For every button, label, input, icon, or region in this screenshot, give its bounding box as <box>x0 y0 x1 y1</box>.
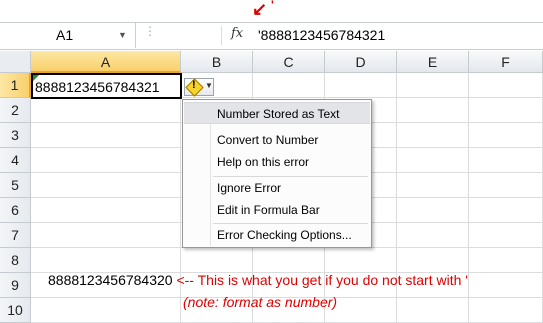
cell[interactable] <box>469 173 543 198</box>
cell[interactable] <box>469 123 543 148</box>
row-header-2[interactable]: 2 <box>0 98 31 123</box>
row-header-3[interactable]: 3 <box>0 123 31 148</box>
error-options-menu: Number Stored as Text Convert to Number … <box>182 99 372 248</box>
cell-a1-value: 8888123456784321 <box>35 79 160 95</box>
column-header-c[interactable]: C <box>253 51 325 73</box>
cell[interactable] <box>181 248 253 273</box>
row-header-5[interactable]: 5 <box>0 173 31 198</box>
cell[interactable] <box>397 98 469 123</box>
cell[interactable] <box>31 148 181 173</box>
cell[interactable] <box>469 298 543 323</box>
row-header-9[interactable]: 9 <box>0 273 31 298</box>
formula-buttons: ⋮ fx <box>136 23 254 48</box>
cell[interactable] <box>31 98 181 123</box>
chevron-down-icon[interactable]: ▼ <box>118 23 127 48</box>
cell[interactable] <box>397 123 469 148</box>
cell[interactable] <box>253 248 325 273</box>
cell[interactable] <box>31 198 181 223</box>
cell[interactable] <box>31 298 181 323</box>
cell-a1[interactable]: 8888123456784321 <box>31 73 182 99</box>
formula-bar-row: A1 ▼ ⋮ fx '8888123456784321 <box>0 22 543 50</box>
menu-item-ignore-error[interactable]: Ignore Error <box>184 177 370 199</box>
formula-bar-input[interactable]: '8888123456784321 <box>258 23 385 48</box>
resize-handle-icon[interactable]: ⋮ <box>144 24 156 38</box>
row-header-4[interactable]: 4 <box>0 148 31 173</box>
arrow-icon: ↙ <box>252 0 268 19</box>
annotation-quote: ' <box>271 0 274 12</box>
menu-header-number-stored-as-text: Number Stored as Text <box>184 102 370 124</box>
cell[interactable] <box>325 248 397 273</box>
cell[interactable] <box>469 248 543 273</box>
cell[interactable] <box>397 298 469 323</box>
exclamation-icon: ! <box>192 79 196 91</box>
note-explanation: <-- This is what you get if you do not s… <box>176 272 468 288</box>
cell[interactable] <box>397 148 469 173</box>
row-header-7[interactable]: 7 <box>0 223 31 248</box>
cell[interactable] <box>31 123 181 148</box>
cell[interactable] <box>469 73 543 98</box>
menu-item-edit-in-formula-bar[interactable]: Edit in Formula Bar <box>184 199 370 221</box>
cell[interactable] <box>469 223 543 248</box>
cell[interactable] <box>31 223 181 248</box>
menu-item-help-on-error[interactable]: Help on this error <box>184 151 370 173</box>
select-all-button[interactable] <box>0 51 31 73</box>
column-header-b[interactable]: B <box>181 51 253 73</box>
insert-function-button[interactable]: fx <box>231 26 243 41</box>
cell[interactable] <box>397 223 469 248</box>
column-header-e[interactable]: E <box>397 51 469 73</box>
cell[interactable] <box>31 248 181 273</box>
row-header-6[interactable]: 6 <box>0 198 31 223</box>
cell[interactable] <box>397 198 469 223</box>
cell[interactable] <box>31 173 181 198</box>
error-smart-tag-button[interactable]: ! ▼ <box>184 78 214 97</box>
cell[interactable] <box>469 148 543 173</box>
note-number: 8888123456784320 <box>48 272 173 288</box>
row-header-1[interactable]: 1 <box>0 73 31 98</box>
name-box[interactable]: A1 ▼ <box>0 23 136 48</box>
cell[interactable] <box>469 273 543 298</box>
error-indicator-icon <box>33 75 39 81</box>
row-header-8[interactable]: 8 <box>0 248 31 273</box>
menu-item-error-checking-options[interactable]: Error Checking Options... <box>184 224 370 246</box>
cell[interactable] <box>325 73 397 98</box>
cell[interactable] <box>397 248 469 273</box>
row-header-10[interactable]: 10 <box>0 298 31 323</box>
chevron-down-icon: ▼ <box>205 81 213 90</box>
menu-item-convert-to-number[interactable]: Convert to Number <box>184 129 370 151</box>
name-box-value: A1 <box>56 27 74 43</box>
cell[interactable] <box>397 173 469 198</box>
cell[interactable] <box>469 98 543 123</box>
note-format: (note: format as number) <box>183 294 338 310</box>
column-header-f[interactable]: F <box>469 51 543 73</box>
note-line: 8888123456784320 <-- This is what you ge… <box>48 272 468 288</box>
column-header-a[interactable]: A <box>31 51 181 73</box>
cell[interactable] <box>253 73 325 98</box>
cell[interactable] <box>469 198 543 223</box>
column-header-d[interactable]: D <box>325 51 397 73</box>
cell[interactable] <box>397 73 469 98</box>
divider <box>221 26 222 45</box>
